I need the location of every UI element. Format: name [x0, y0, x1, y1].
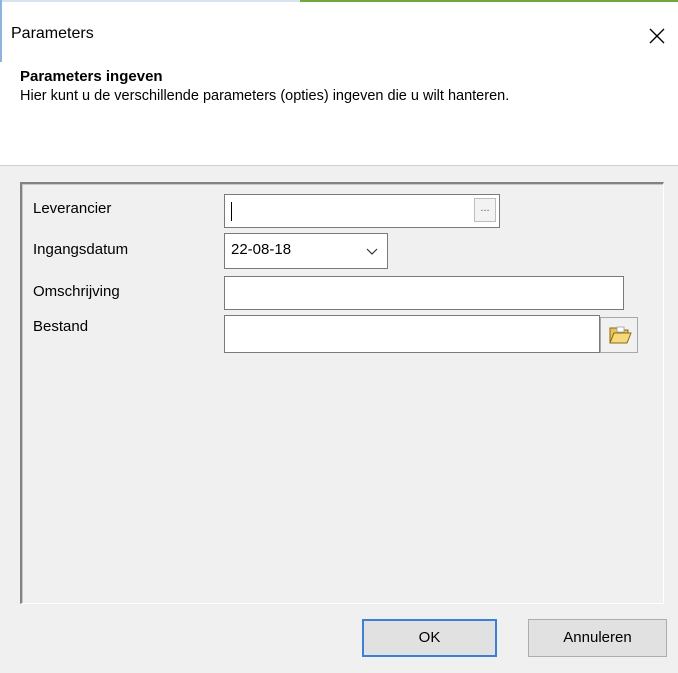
ok-button[interactable]: OK — [362, 619, 497, 657]
folder-open-icon — [609, 326, 632, 344]
close-icon — [649, 28, 665, 44]
title-bar: Parameters — [0, 2, 678, 62]
leverancier-lookup-button[interactable]: ... — [474, 198, 496, 222]
ingangsdatum-value: 22-08-18 — [231, 241, 292, 258]
chevron-down-icon — [366, 248, 378, 255]
header-title: Parameters ingeven — [20, 68, 163, 85]
ingangsdatum-label: Ingangsdatum — [33, 241, 129, 258]
text-caret — [231, 202, 232, 221]
omschrijving-input[interactable] — [224, 276, 624, 310]
bestand-browse-button[interactable] — [600, 317, 638, 353]
dialog-header: Parameters ingeven Hier kunt u de versch… — [0, 62, 678, 164]
ingangsdatum-dropdown-button[interactable] — [361, 238, 383, 264]
leverancier-label: Leverancier — [33, 200, 112, 217]
header-description: Hier kunt u de verschillende parameters … — [20, 88, 510, 104]
leverancier-input[interactable]: ... — [224, 194, 500, 228]
parameters-dialog: Parameters Parameters ingeven Hier kunt … — [0, 0, 678, 673]
ingangsdatum-datepicker[interactable]: 22-08-18 — [224, 233, 388, 269]
bestand-label: Bestand — [33, 318, 89, 335]
omschrijving-label: Omschrijving — [33, 283, 120, 300]
cancel-button[interactable]: Annuleren — [528, 619, 667, 657]
bestand-input[interactable] — [224, 315, 600, 353]
window-title: Parameters — [11, 25, 94, 42]
close-button[interactable] — [636, 16, 678, 56]
